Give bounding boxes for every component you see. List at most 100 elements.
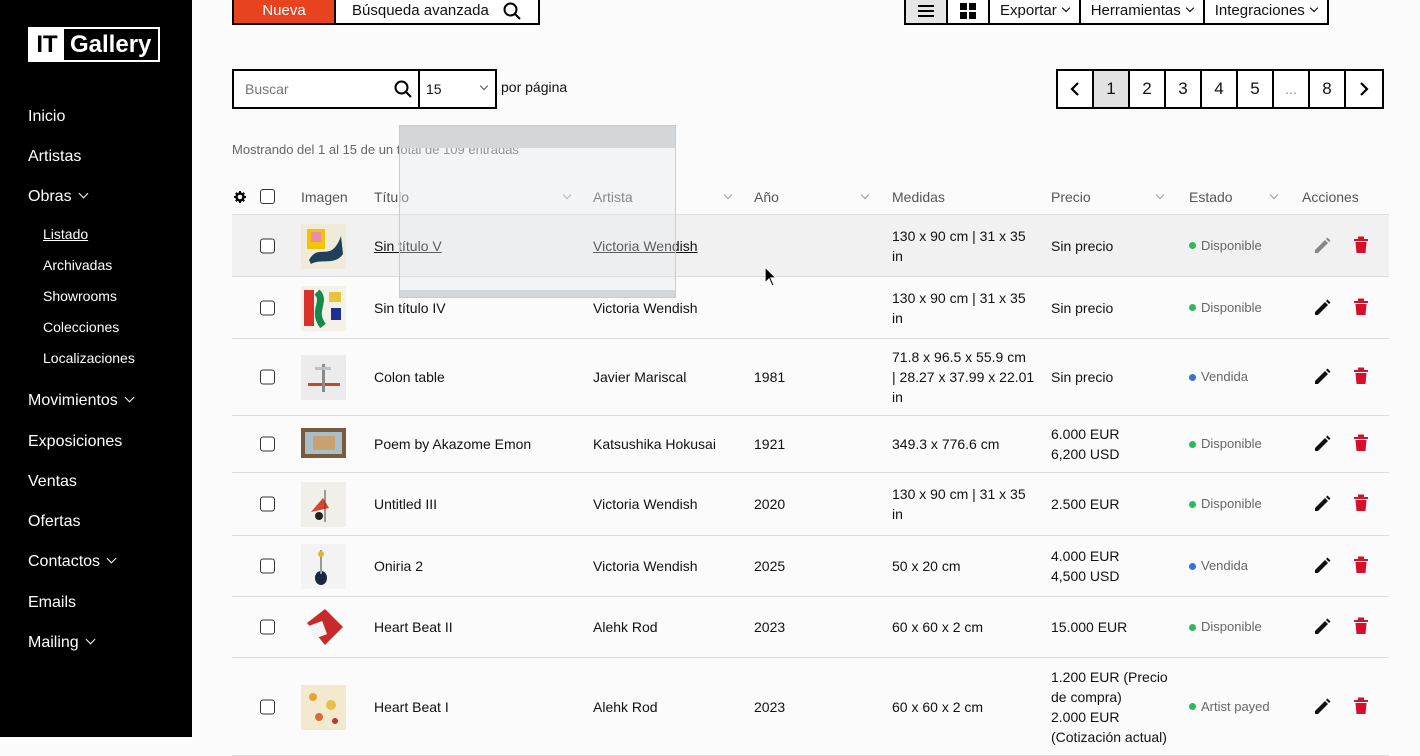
sidebar-item-exposiciones[interactable]: Exposiciones	[28, 433, 122, 451]
sidebar-item-ventas[interactable]: Ventas	[28, 473, 77, 491]
artwork-artist[interactable]: Alehk Rod	[593, 617, 658, 637]
page-button-4[interactable]: 4	[1202, 71, 1238, 107]
list-view-button[interactable]	[906, 0, 948, 23]
artwork-title[interactable]: Poem by Akazome Emon	[374, 434, 531, 454]
artwork-artist[interactable]: Katsushika Hokusai	[593, 434, 716, 454]
delete-button[interactable]	[1353, 697, 1371, 717]
sidebar-item-mailing[interactable]: Mailing	[28, 634, 96, 652]
sidebar-item-ofertas[interactable]: Ofertas	[28, 513, 80, 531]
gear-icon[interactable]	[234, 191, 246, 203]
artwork-title[interactable]: Untitled III	[374, 494, 437, 514]
artwork-title[interactable]: Heart Beat I	[374, 697, 449, 717]
sidebar-subitem-localizaciones[interactable]: Localizaciones	[43, 350, 135, 366]
prev-page-button[interactable]	[1058, 71, 1094, 107]
artwork-artist[interactable]: Victoria Wendish	[593, 494, 698, 514]
delete-button[interactable]	[1353, 617, 1371, 637]
artwork-thumbnail[interactable]	[301, 605, 346, 650]
select-all-checkbox[interactable]	[260, 189, 275, 204]
drag-overlay-band-bottom	[400, 290, 675, 297]
table-row[interactable]: Heart Beat II Alehk Rod 2023 60 x 60 x 2…	[232, 597, 1389, 658]
delete-button[interactable]	[1353, 236, 1371, 256]
artwork-artist[interactable]: Victoria Wendish	[593, 556, 698, 576]
row-checkbox[interactable]	[260, 436, 275, 452]
integrations-dropdown[interactable]: Integraciones	[1205, 0, 1327, 23]
artwork-title[interactable]: Oniria 2	[374, 556, 423, 576]
search-input[interactable]	[234, 81, 388, 97]
edit-button[interactable]	[1312, 298, 1332, 318]
delete-button[interactable]	[1353, 367, 1371, 387]
edit-button[interactable]	[1312, 434, 1332, 454]
edit-button[interactable]	[1312, 494, 1332, 514]
trash-icon	[1354, 367, 1368, 384]
sidebar-item-movimientos[interactable]: Movimientos	[28, 392, 135, 410]
delete-button[interactable]	[1353, 298, 1371, 318]
artwork-thumbnail[interactable]	[301, 482, 346, 527]
advanced-search-button[interactable]: Búsqueda avanzada	[336, 0, 538, 23]
app-logo[interactable]: IT Gallery	[28, 27, 160, 62]
search-button[interactable]	[388, 80, 418, 98]
page-button-5[interactable]: 5	[1238, 71, 1274, 107]
artwork-thumbnail[interactable]	[301, 544, 346, 589]
sidebar-subitem-showrooms[interactable]: Showrooms	[43, 288, 117, 304]
artwork-artist[interactable]: Javier Mariscal	[593, 367, 686, 387]
row-checkbox[interactable]	[260, 558, 275, 574]
artwork-artist[interactable]: Alehk Rod	[593, 697, 658, 717]
page-button-2[interactable]: 2	[1130, 71, 1166, 107]
column-header-price[interactable]: Precio	[1051, 189, 1165, 205]
grid-view-button[interactable]	[948, 0, 990, 23]
column-header-year[interactable]: Año	[754, 189, 870, 205]
artwork-thumbnail[interactable]	[301, 223, 346, 269]
artwork-title[interactable]: Sin título IV	[374, 298, 446, 318]
row-checkbox[interactable]	[260, 496, 275, 512]
delete-button[interactable]	[1353, 494, 1371, 514]
sidebar-subitem-colecciones[interactable]: Colecciones	[43, 319, 119, 335]
artwork-title[interactable]: Heart Beat II	[374, 617, 453, 637]
tools-dropdown[interactable]: Herramientas	[1081, 0, 1205, 23]
sidebar-subitem-listado[interactable]: Listado	[43, 226, 88, 242]
sidebar-item-contactos[interactable]: Contactos	[28, 553, 117, 571]
sidebar-item-artistas[interactable]: Artistas	[28, 148, 81, 166]
row-checkbox[interactable]	[260, 619, 275, 635]
export-dropdown[interactable]: Exportar	[990, 0, 1081, 23]
table-row[interactable]: Colon table Javier Mariscal 1981 71.8 x …	[232, 339, 1389, 416]
page-button-3[interactable]: 3	[1166, 71, 1202, 107]
edit-button[interactable]	[1312, 367, 1332, 387]
artwork-thumbnail[interactable]	[301, 422, 346, 467]
artwork-thumbnail[interactable]	[301, 285, 346, 331]
table-row[interactable]: Oniria 2 Victoria Wendish 2025 50 x 20 c…	[232, 536, 1389, 597]
table-row[interactable]: Untitled III Victoria Wendish 2020 130 x…	[232, 473, 1389, 536]
table-row[interactable]: Heart Beat I Alehk Rod 2023 60 x 60 x 2 …	[232, 658, 1389, 756]
delete-button[interactable]	[1353, 434, 1371, 454]
edit-button[interactable]	[1312, 617, 1332, 637]
table-row[interactable]: Poem by Akazome Emon Katsushika Hokusai …	[232, 416, 1389, 473]
page-button-8[interactable]: 8	[1310, 71, 1346, 107]
sidebar-item-obras[interactable]: Obras	[28, 188, 89, 206]
artwork-artist[interactable]: Victoria Wendish	[593, 298, 698, 318]
edit-button[interactable]	[1312, 556, 1332, 576]
price-line: 2.000 EUR	[1051, 708, 1120, 725]
row-checkbox[interactable]	[260, 369, 275, 385]
column-header-status[interactable]: Estado	[1189, 189, 1279, 205]
status-label: Disponible	[1201, 436, 1262, 451]
row-checkbox[interactable]	[260, 699, 275, 714]
edit-button[interactable]	[1312, 236, 1332, 256]
next-page-button[interactable]	[1346, 71, 1382, 107]
new-button[interactable]: Nueva	[234, 0, 336, 23]
row-checkbox[interactable]	[260, 238, 275, 253]
per-page-select[interactable]: 15	[420, 69, 497, 109]
sidebar-item-emails[interactable]: Emails	[28, 594, 76, 612]
edit-button[interactable]	[1312, 697, 1332, 717]
row-checkbox[interactable]	[260, 300, 275, 315]
sidebar-subitem-archivadas[interactable]: Archivadas	[43, 257, 112, 273]
delete-button[interactable]	[1353, 556, 1371, 576]
artwork-measures: 349.3 x 776.6 cm	[892, 434, 1042, 454]
grid-icon	[960, 2, 976, 19]
pencil-icon	[1315, 368, 1331, 384]
artwork-thumbnail[interactable]	[301, 684, 346, 730]
artwork-title[interactable]: Colon table	[374, 367, 445, 387]
sidebar-item-inicio[interactable]: Inicio	[28, 108, 65, 126]
page-button-1[interactable]: 1	[1094, 71, 1130, 107]
logo-name: Gallery	[70, 30, 152, 58]
artwork-thumbnail[interactable]	[301, 355, 346, 400]
status-badge: Vendida	[1189, 367, 1248, 387]
